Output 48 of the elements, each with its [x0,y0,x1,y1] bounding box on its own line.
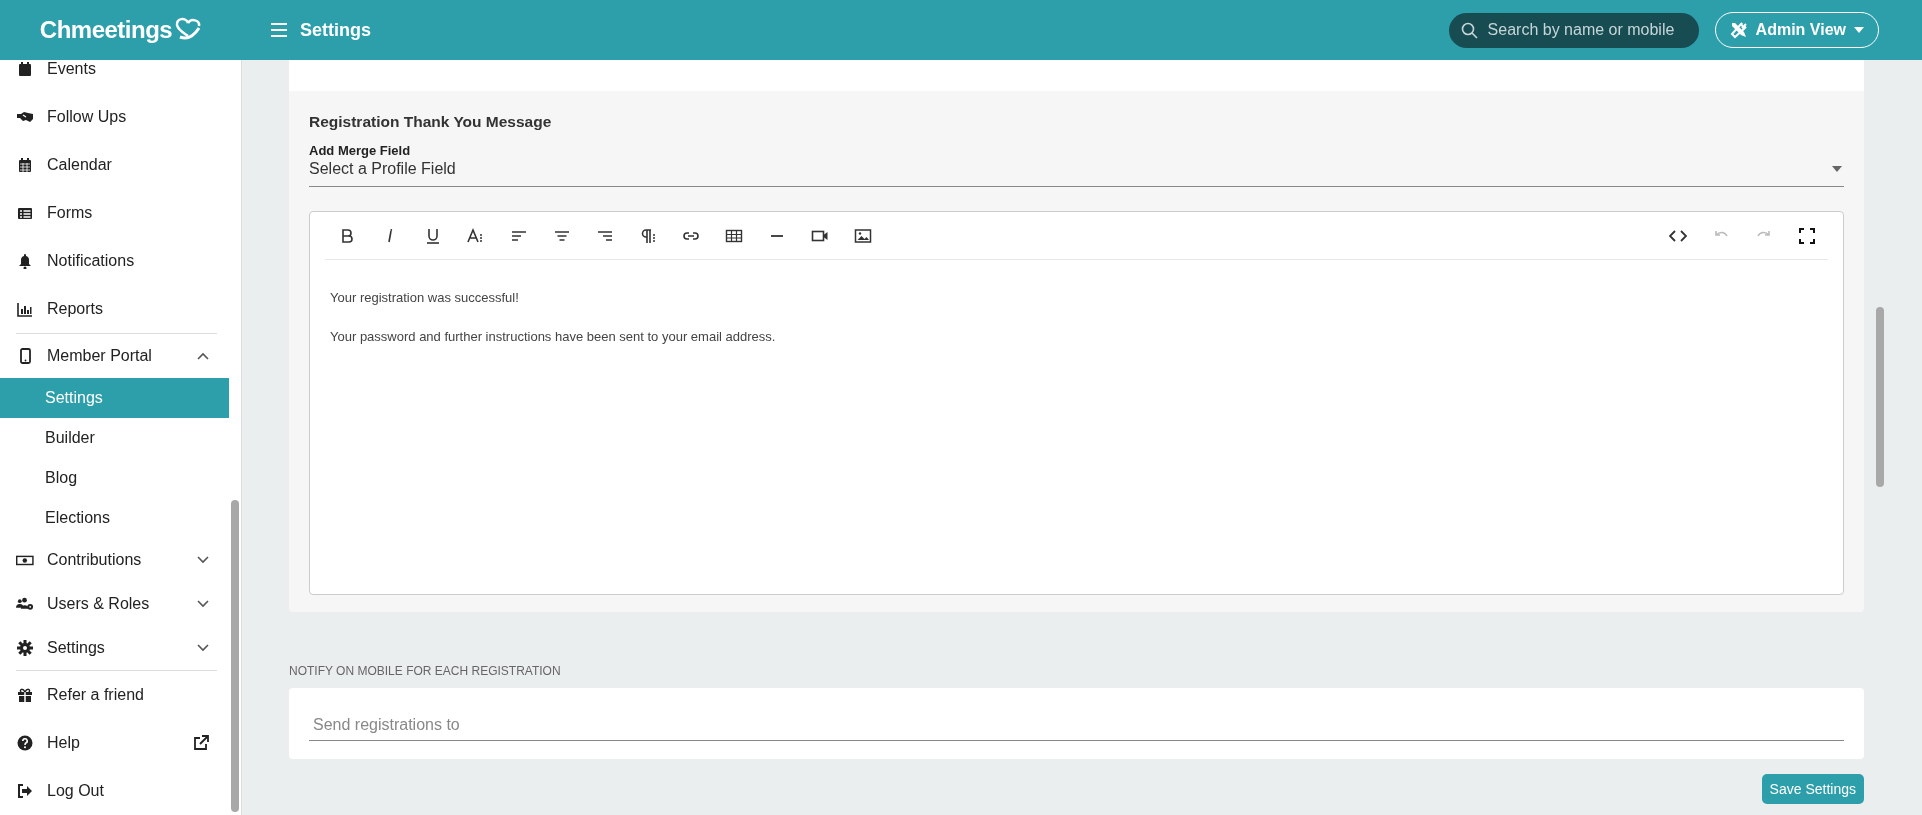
search-icon [1460,21,1478,39]
sidebar-item[interactable]: Events [0,60,229,93]
gear-icon [16,640,34,656]
section-label: NOTIFY ON MOBILE FOR EACH REGISTRATION [289,664,562,678]
sidebar-item[interactable]: Contributions [0,538,229,582]
sidebar-item[interactable]: Log Out [0,767,229,815]
sidebar-item[interactable]: Reports [0,285,229,333]
logout-icon [16,783,34,799]
search-bar[interactable]: Search by name or mobile [1448,12,1699,48]
logo-text: Chmeetings [39,16,173,44]
sidebar-item[interactable]: Users & Roles [0,582,229,626]
bar-chart-icon [16,301,34,317]
sidebar-item[interactable]: Calendar [0,141,229,189]
scrollbar-thumb[interactable] [1876,307,1884,487]
editor-paragraph: Your password and further instructions have been sent to your email address. [330,329,777,344]
sidebar-item[interactable]: Forms [0,189,229,237]
sidebar-subitem[interactable]: Blog [0,458,229,498]
caret-icon [1832,166,1842,172]
sidebar-item[interactable]: Follow Ups [0,93,229,141]
caret-icon [1854,27,1864,33]
menu-icon[interactable] [270,22,288,38]
tools-icon [1729,21,1748,39]
rich-text-editor[interactable]: Your registration was successful! Your password and further instructions have been sent to your email address. [309,211,1844,595]
question-icon [16,735,34,751]
chevron-up-icon[interactable] [197,352,209,360]
chevron-down-icon[interactable] [197,644,209,652]
calendar-icon [16,61,34,77]
search-field[interactable]: Search by name or mobile [1485,20,1686,40]
profile-field-dropdown[interactable]: Select a Profile Field [309,158,1844,187]
sidebar-item[interactable]: Help [0,719,229,767]
recipients-card[interactable]: Send registrations to [289,688,1864,759]
calendar-icon [16,157,34,173]
editor-paragraph: Your registration was successful! [330,290,520,305]
recipients-field[interactable]: Send registrations to [309,710,1844,741]
page-title: Settings [300,19,371,41]
section-title: Registration Thank You Message [309,113,553,131]
sidebar-item[interactable]: Settings [0,626,229,670]
sidebar-item[interactable]: Refer a friend [0,671,229,719]
field-label: Add Merge Field [309,143,412,158]
sidebar-subitem[interactable]: Elections [0,498,229,538]
gift-icon [16,687,34,703]
sidebar-item[interactable]: Member Portal [0,334,229,378]
chevron-down-icon[interactable] [197,556,209,564]
list-icon [16,205,34,221]
scrollbar-thumb[interactable] [231,500,239,812]
chevron-down-icon[interactable] [197,600,209,608]
sidebar-subitem[interactable]: Builder [0,418,229,458]
sidebar-item[interactable]: Notifications [0,237,229,285]
